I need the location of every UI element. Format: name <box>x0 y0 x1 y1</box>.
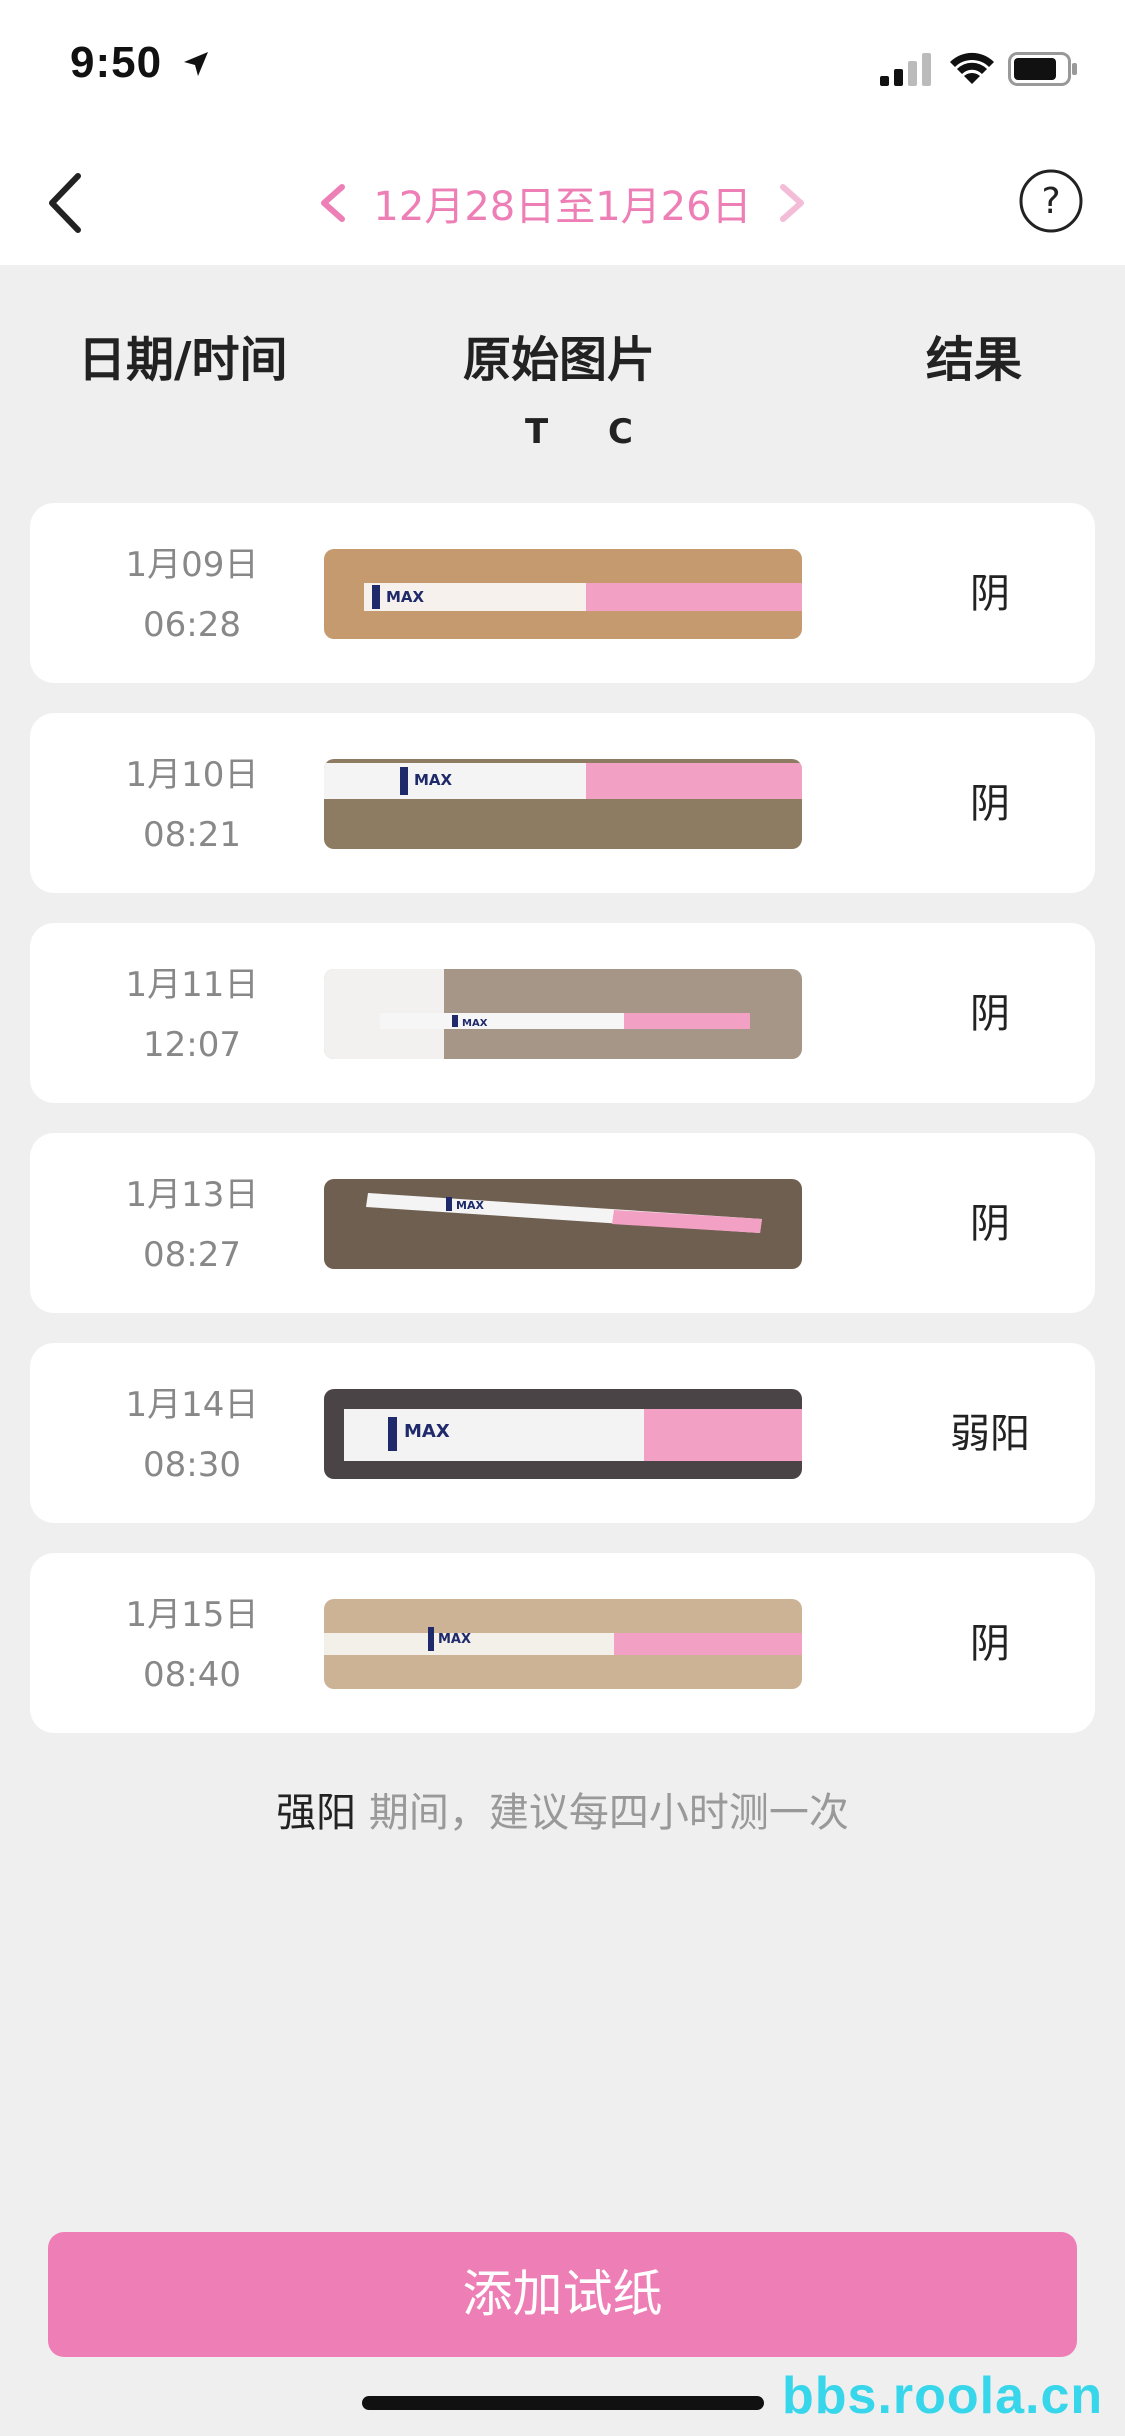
tc-marker-label: T C <box>525 412 657 452</box>
record-date: 1月09日 <box>125 545 259 585</box>
record-result: 阴 <box>970 1201 1010 1247</box>
test-record-row[interactable]: 1月11日 12:07 MAX 阴 <box>30 923 1095 1103</box>
status-time: 9:50 <box>70 38 163 87</box>
nav-bar: 12月28日至1月26日 ? <box>0 140 1125 265</box>
test-strip-photo[interactable]: MAX <box>324 759 802 849</box>
record-time: 08:27 <box>143 1235 241 1275</box>
test-record-row[interactable]: 1月15日 08:40 MAX 阴 <box>30 1553 1095 1733</box>
record-datetime: 1月13日 08:27 <box>82 1165 302 1285</box>
test-strip-photo[interactable]: MAX <box>324 1389 802 1479</box>
test-record-row[interactable]: 1月10日 08:21 MAX 阴 <box>30 713 1095 893</box>
svg-text:MAX: MAX <box>404 1421 450 1442</box>
test-record-row[interactable]: 1月09日 06:28 MAX 阴 <box>30 503 1095 683</box>
hint-strong-positive: 强阳 <box>276 1790 357 1836</box>
test-record-row[interactable]: 1月14日 08:30 MAX 弱阳 <box>30 1343 1095 1523</box>
record-result: 阴 <box>970 571 1010 617</box>
record-result: 阴 <box>970 991 1010 1037</box>
header-result: 结果 <box>926 332 1023 388</box>
record-result: 弱阳 <box>950 1411 1030 1457</box>
test-strip-photo[interactable]: MAX <box>324 1599 802 1689</box>
record-date: 1月11日 <box>125 965 259 1005</box>
record-result: 阴 <box>970 781 1010 827</box>
svg-text:MAX: MAX <box>414 771 453 789</box>
record-result: 阴 <box>970 1621 1010 1667</box>
record-datetime: 1月09日 06:28 <box>82 535 302 655</box>
record-time: 08:30 <box>143 1445 241 1485</box>
date-range-nav: 12月28日至1月26日 <box>0 174 1125 232</box>
test-frequency-hint: 强阳 期间，建议每四小时测一次 <box>0 1780 1125 1838</box>
record-date: 1月13日 <box>125 1175 259 1215</box>
record-datetime: 1月10日 08:21 <box>82 745 302 865</box>
record-date: 1月10日 <box>125 755 259 795</box>
svg-text:MAX: MAX <box>456 1199 484 1212</box>
wifi-icon <box>950 52 994 84</box>
add-test-strip-button[interactable]: 添加试纸 <box>48 2232 1077 2357</box>
next-range-chevron-icon[interactable] <box>775 181 809 225</box>
test-strip-photo[interactable]: MAX <box>324 969 802 1059</box>
record-time: 12:07 <box>143 1025 241 1065</box>
test-record-row[interactable]: 1月13日 08:27 MAX 阴 <box>30 1133 1095 1313</box>
record-time: 08:21 <box>143 815 241 855</box>
status-bar: 9:50 <box>0 0 1125 140</box>
battery-icon <box>1008 52 1077 86</box>
record-date: 1月14日 <box>125 1385 259 1425</box>
watermark: bbs.roola.cn <box>782 2367 1104 2425</box>
test-strip-photo[interactable]: MAX <box>324 1179 802 1269</box>
svg-text:MAX: MAX <box>438 1632 471 1647</box>
header-original-image: 原始图片 <box>463 332 656 388</box>
record-datetime: 1月15日 08:40 <box>82 1585 302 1705</box>
svg-text:MAX: MAX <box>386 588 425 606</box>
record-datetime: 1月11日 12:07 <box>82 955 302 1075</box>
record-date: 1月15日 <box>125 1595 259 1635</box>
header-date-time: 日期/时间 <box>78 332 288 388</box>
record-time: 08:40 <box>143 1655 241 1695</box>
svg-text:?: ? <box>1041 181 1060 222</box>
record-time: 06:28 <box>143 605 241 645</box>
record-datetime: 1月14日 08:30 <box>82 1375 302 1495</box>
hint-text: 期间，建议每四小时测一次 <box>356 1790 849 1836</box>
test-strip-photo[interactable]: MAX <box>324 549 802 639</box>
help-icon[interactable]: ? <box>1018 168 1084 234</box>
cellular-signal-icon <box>880 53 931 86</box>
location-arrow-icon <box>184 52 208 76</box>
prev-range-chevron-icon[interactable] <box>316 181 350 225</box>
date-range-label: 12月28日至1月26日 <box>373 184 752 230</box>
svg-text:MAX: MAX <box>462 1018 488 1029</box>
home-indicator[interactable] <box>362 2396 764 2410</box>
